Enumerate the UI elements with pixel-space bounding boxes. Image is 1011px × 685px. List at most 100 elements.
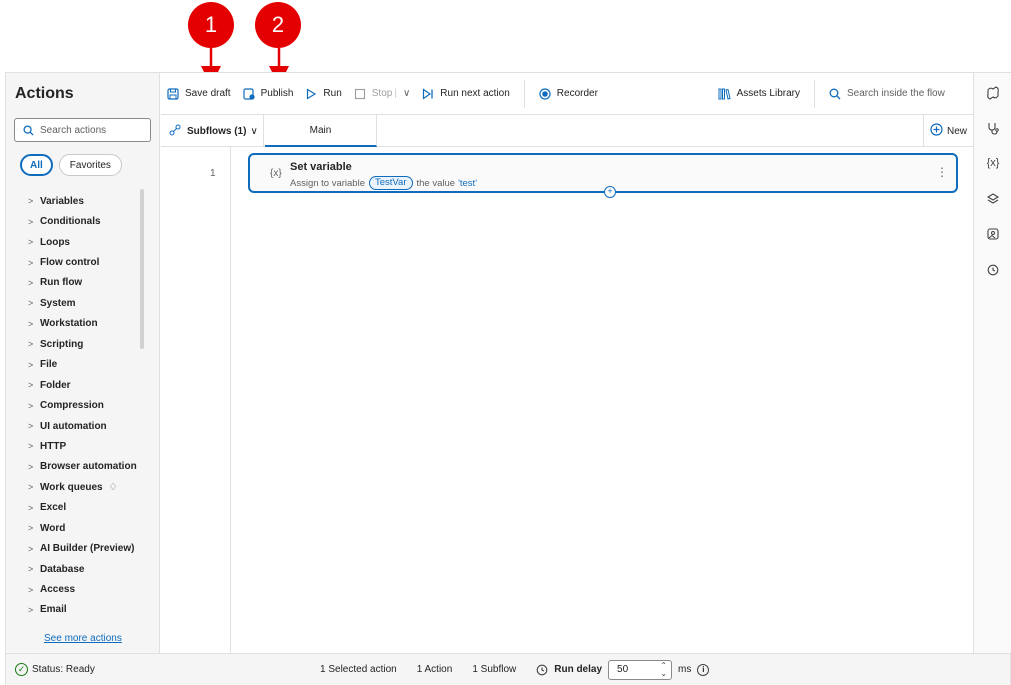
new-label: New — [946, 125, 967, 137]
line-number: 1 — [210, 168, 216, 179]
category-run-flow[interactable]: > Run flow — [28, 273, 137, 293]
selected-actions-count: 1 Selected action — [320, 664, 397, 675]
category-label: Flow control — [40, 257, 100, 269]
info-icon[interactable]: i — [697, 663, 710, 676]
history-icon[interactable] — [982, 259, 1004, 281]
subflows-dropdown[interactable]: Subflows (1) ∨ — [161, 115, 264, 147]
chevron-right-icon: > — [28, 564, 34, 575]
chevron-right-icon: > — [28, 461, 34, 472]
variables-icon[interactable]: {x} — [982, 152, 1004, 174]
library-icon — [718, 88, 731, 100]
images-icon[interactable] — [982, 223, 1004, 245]
save-draft-label: Save draft — [185, 88, 231, 99]
record-icon — [539, 87, 551, 100]
spin-arrows-icon[interactable]: ⌃ ⌄ — [660, 661, 667, 678]
category-label: File — [40, 359, 58, 371]
category-label: Database — [40, 563, 85, 575]
save-icon — [167, 87, 179, 100]
chevron-down-icon: ∨ — [250, 125, 258, 137]
category-workstation[interactable]: > Workstation — [28, 314, 137, 334]
chevron-right-icon: > — [28, 298, 34, 309]
stop-icon — [354, 88, 366, 100]
run-delay: Run delay 50 ⌃ ⌄ ms i — [536, 659, 710, 680]
action-description: Assign to variable TestVar the value 'te… — [290, 176, 477, 190]
variable-tag[interactable]: TestVar — [368, 176, 413, 190]
search-actions-input[interactable] — [40, 124, 140, 136]
category-system[interactable]: > System — [28, 293, 137, 313]
category-access[interactable]: > Access — [28, 579, 137, 599]
filter-all[interactable]: All — [20, 154, 53, 176]
actions-count: 1 Action — [416, 664, 453, 675]
divider: | — [394, 88, 397, 99]
category-variables[interactable]: > Variables — [28, 191, 137, 211]
flow-checker-icon[interactable] — [982, 117, 1004, 139]
more-options-icon[interactable]: ⋮ — [936, 165, 948, 179]
status-counters: 1 Selected action 1 Action 1 Subflow Run… — [320, 659, 710, 680]
category-conditionals[interactable]: > Conditionals — [28, 211, 137, 231]
chevron-right-icon: > — [28, 604, 34, 615]
action-set-variable[interactable]: {x} Set variable Assign to variable Test… — [248, 153, 958, 193]
category-email[interactable]: > Email — [28, 600, 137, 620]
category-label: Run flow — [40, 277, 83, 289]
variable-icon: {x} — [270, 168, 282, 179]
new-subflow-button[interactable]: New — [923, 115, 973, 147]
flow-search-box[interactable]: Search inside the flow — [823, 80, 973, 108]
actions-scrollbar[interactable] — [140, 189, 144, 349]
layers-icon[interactable] — [982, 188, 1004, 210]
category-folder[interactable]: > Folder — [28, 375, 137, 395]
category-label: AI Builder (Preview) — [40, 543, 135, 555]
annotation-badge-2: 2 — [255, 2, 301, 48]
publish-label: Publish — [260, 88, 294, 99]
category-label: Variables — [40, 195, 84, 207]
category-label: Excel — [40, 502, 67, 514]
category-database[interactable]: > Database — [28, 559, 137, 579]
filter-favorites[interactable]: Favorites — [58, 154, 122, 176]
copilot-icon[interactable] — [982, 82, 1004, 104]
value-text: 'test' — [458, 177, 478, 189]
run-next-action-button[interactable]: Run next action — [416, 80, 516, 108]
actions-title: Actions — [15, 85, 74, 102]
save-draft-button[interactable]: Save draft — [161, 80, 237, 108]
recorder-button[interactable]: Recorder — [533, 80, 604, 108]
status-bar: ✓ Status: Ready 1 Selected action 1 Acti… — [6, 653, 1010, 685]
desc-prefix: Assign to variable — [290, 177, 365, 189]
category-word[interactable]: > Word — [28, 518, 137, 538]
category-browser-automation[interactable]: > Browser automation — [28, 457, 137, 477]
chevron-right-icon: > — [28, 400, 34, 411]
chevron-down-icon[interactable]: ∨ — [403, 88, 410, 99]
chevron-right-icon: > — [28, 257, 34, 268]
category-work-queues[interactable]: > Work queues ♢ — [28, 477, 137, 497]
stop-button[interactable]: Stop | ∨ — [348, 80, 417, 108]
category-label: Compression — [40, 400, 104, 412]
category-excel[interactable]: > Excel — [28, 498, 137, 518]
category-http[interactable]: > HTTP — [28, 436, 137, 456]
premium-diamond-icon: ♢ — [108, 481, 118, 493]
publish-button[interactable]: Publish — [237, 80, 300, 108]
category-compression[interactable]: > Compression — [28, 395, 137, 415]
category-list: > Variables > Conditionals > Loops > Flow co… — [28, 191, 137, 620]
chevron-right-icon: > — [28, 237, 34, 248]
run-delay-stepper[interactable]: 50 ⌃ ⌄ — [608, 659, 673, 680]
chevron-right-icon: > — [28, 584, 34, 595]
assets-library-button[interactable]: Assets Library — [712, 80, 806, 108]
category-flow-control[interactable]: > Flow control — [28, 252, 137, 272]
category-file[interactable]: > File — [28, 355, 137, 375]
run-delay-unit: ms — [678, 664, 692, 675]
insert-action-handle[interactable]: + — [604, 186, 616, 198]
search-actions-box[interactable] — [14, 118, 151, 142]
search-icon — [23, 124, 34, 136]
tab-main[interactable]: Main — [265, 115, 377, 147]
category-label: System — [40, 297, 76, 309]
category-ai-builder[interactable]: > AI Builder (Preview) — [28, 538, 137, 558]
category-scripting[interactable]: > Scripting — [28, 334, 137, 354]
desc-middle: the value — [416, 177, 456, 189]
chevron-right-icon: > — [28, 482, 34, 493]
category-loops[interactable]: > Loops — [28, 232, 137, 252]
run-button[interactable]: Run — [299, 80, 347, 108]
subflow-icon — [169, 124, 181, 139]
category-label: Work queues — [40, 481, 103, 493]
see-more-actions-link[interactable]: See more actions — [44, 633, 122, 644]
publish-icon — [242, 87, 255, 100]
category-ui-automation[interactable]: > UI automation — [28, 416, 137, 436]
category-label: Folder — [40, 379, 71, 391]
